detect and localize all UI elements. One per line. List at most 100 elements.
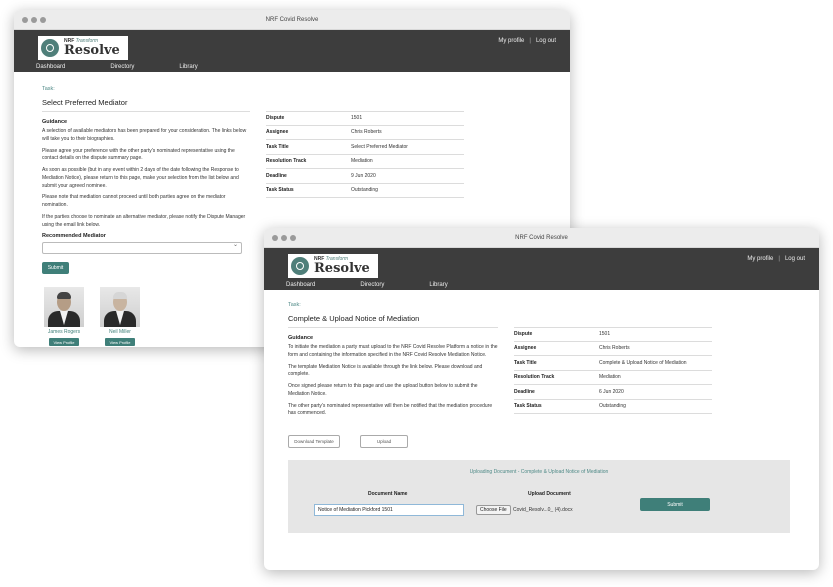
detail-key: Resolution Track (514, 374, 555, 381)
title-bar: NRF Covid Resolve (14, 10, 570, 30)
submit-button[interactable]: Submit (42, 262, 69, 275)
detail-row: Assignee Chris Roberts (266, 126, 464, 140)
resolve-logo[interactable]: NRF Transform Resolve (38, 36, 128, 60)
minimize-dot-icon[interactable] (281, 235, 287, 241)
detail-value: Complete & Upload Notice of Mediation (599, 359, 687, 366)
page-title: Select Preferred Mediator (42, 98, 250, 112)
guidance-section: Task: Select Preferred Mediator Guidance… (42, 86, 250, 275)
mediator-name[interactable]: Neil Miller (98, 329, 142, 335)
detail-value: Chris Roberts (351, 129, 382, 136)
guidance-paragraph: A selection of available mediators has b… (42, 128, 247, 142)
task-label: Task: (42, 86, 55, 92)
detail-key: Task Title (514, 359, 537, 366)
guidance-paragraph: To initiate the mediation a party must u… (288, 344, 498, 358)
download-template-button[interactable]: Download Template (288, 435, 340, 448)
detail-value: Chris Roberts (599, 345, 630, 352)
task-label: Task: (288, 302, 301, 308)
nav-library[interactable]: Library (429, 282, 447, 288)
app-header: NRF Transform Resolve My profile | Log o… (264, 248, 819, 290)
mediator-photo[interactable] (100, 287, 140, 327)
logo-wordmark: Resolve (64, 43, 120, 58)
window-title: NRF Covid Resolve (515, 235, 568, 241)
detail-row: Dispute 1501 (266, 111, 464, 126)
detail-row: Task Title Select Preferred Mediator (266, 140, 464, 155)
logo-mark-icon (41, 39, 59, 57)
detail-row: Deadline 9 Jun 2020 (266, 169, 464, 184)
detail-key: Task Status (514, 403, 542, 410)
logout-link[interactable]: Log out (785, 256, 805, 262)
nav-directory[interactable]: Directory (110, 64, 134, 70)
page-title: Complete & Upload Notice of Mediation (288, 314, 498, 328)
upload-document-header: Upload Document (528, 491, 571, 497)
title-bar: NRF Covid Resolve (264, 228, 819, 248)
mediator-card: Neil Miller View Profile (98, 287, 142, 346)
nav-library[interactable]: Library (179, 64, 197, 70)
logo-mark-icon (291, 257, 309, 275)
window-upload-notice: NRF Covid Resolve NRF Transform Resolve … (264, 228, 819, 570)
nav-dashboard[interactable]: Dashboard (286, 282, 315, 288)
document-name-header: Document Name (368, 491, 408, 497)
logout-link[interactable]: Log out (536, 38, 556, 44)
window-controls[interactable] (272, 235, 296, 241)
window-title: NRF Covid Resolve (265, 17, 319, 23)
guidance-paragraph: The other party's nominated representati… (288, 402, 493, 417)
detail-key: Assignee (266, 129, 289, 136)
mediator-select[interactable] (42, 241, 242, 255)
divider: | (529, 38, 531, 44)
nav-dashboard[interactable]: Dashboard (36, 64, 65, 70)
guidance-heading: Guidance (42, 119, 68, 125)
task-details-table: Dispute 1501 Assignee Chris Roberts Task T… (266, 111, 464, 198)
main-nav: Dashboard Directory Library (36, 64, 243, 70)
app-header: NRF Transform Resolve My profile | Log o… (14, 30, 570, 72)
detail-row: Resolution Track Mediation (514, 371, 712, 385)
divider: | (778, 256, 780, 262)
my-profile-link[interactable]: My profile (747, 256, 773, 262)
detail-key: Task Status (266, 187, 294, 194)
mediator-name[interactable]: James Rogers (42, 329, 86, 335)
guidance-paragraph: Please note that mediation cannot procee… (42, 194, 226, 208)
guidance-paragraph: Please agree your preference with the ot… (42, 147, 235, 162)
guidance-paragraph: The template Mediation Notice is availab… (288, 363, 483, 378)
detail-value: Outstanding (351, 187, 378, 194)
resolve-logo[interactable]: NRF Transform Resolve (288, 254, 378, 278)
upload-submit-button[interactable]: Submit (640, 498, 710, 511)
detail-key: Resolution Track (266, 158, 307, 165)
minimize-dot-icon[interactable] (31, 17, 37, 23)
recommended-mediator-label: Recommended Mediator (42, 233, 106, 240)
window-controls[interactable] (22, 17, 46, 23)
nav-directory[interactable]: Directory (360, 282, 384, 288)
detail-row: Assignee Chris Roberts (514, 342, 712, 356)
detail-value: 9 Jun 2020 (351, 172, 376, 179)
guidance-paragraph: Once signed please return to this page a… (288, 383, 478, 397)
document-name-input[interactable]: Notice of Mediation Pickford 1501 (314, 504, 464, 516)
detail-value: 1501 (599, 331, 611, 338)
view-profile-button[interactable]: View Profile (49, 338, 79, 346)
detail-value: Mediation (351, 158, 373, 165)
detail-row: Task Status Outstanding (514, 400, 712, 414)
guidance-paragraph: If the parties choose to nominate an alt… (42, 213, 246, 228)
close-dot-icon[interactable] (272, 235, 278, 241)
detail-row: Task Status Outstanding (266, 184, 464, 198)
view-profile-button[interactable]: View Profile (105, 338, 135, 346)
close-dot-icon[interactable] (22, 17, 28, 23)
detail-value: Mediation (599, 374, 621, 381)
detail-key: Deadline (266, 172, 287, 179)
mediator-card: James Rogers View Profile (42, 287, 86, 346)
mediator-photo[interactable] (44, 287, 84, 327)
detail-key: Task Title (266, 143, 289, 150)
detail-value: 1501 (351, 115, 363, 122)
logo-wordmark: Resolve (314, 261, 370, 276)
detail-row: Resolution Track Mediation (266, 155, 464, 169)
choose-file-button[interactable]: Choose File (476, 505, 511, 515)
upload-panel: Uploading Document - Complete & Upload N… (288, 460, 790, 533)
detail-row: Dispute 1501 (514, 327, 712, 342)
zoom-dot-icon[interactable] (290, 235, 296, 241)
guidance-paragraph: As soon as possible (but in any event wi… (42, 167, 239, 189)
detail-key: Assignee (514, 345, 537, 352)
detail-key: Deadline (514, 388, 535, 395)
detail-key: Dispute (514, 331, 533, 338)
zoom-dot-icon[interactable] (40, 17, 46, 23)
upload-button[interactable]: Upload (360, 435, 408, 448)
guidance-section: Task: Complete & Upload Notice of Mediat… (288, 302, 498, 422)
my-profile-link[interactable]: My profile (498, 38, 524, 44)
